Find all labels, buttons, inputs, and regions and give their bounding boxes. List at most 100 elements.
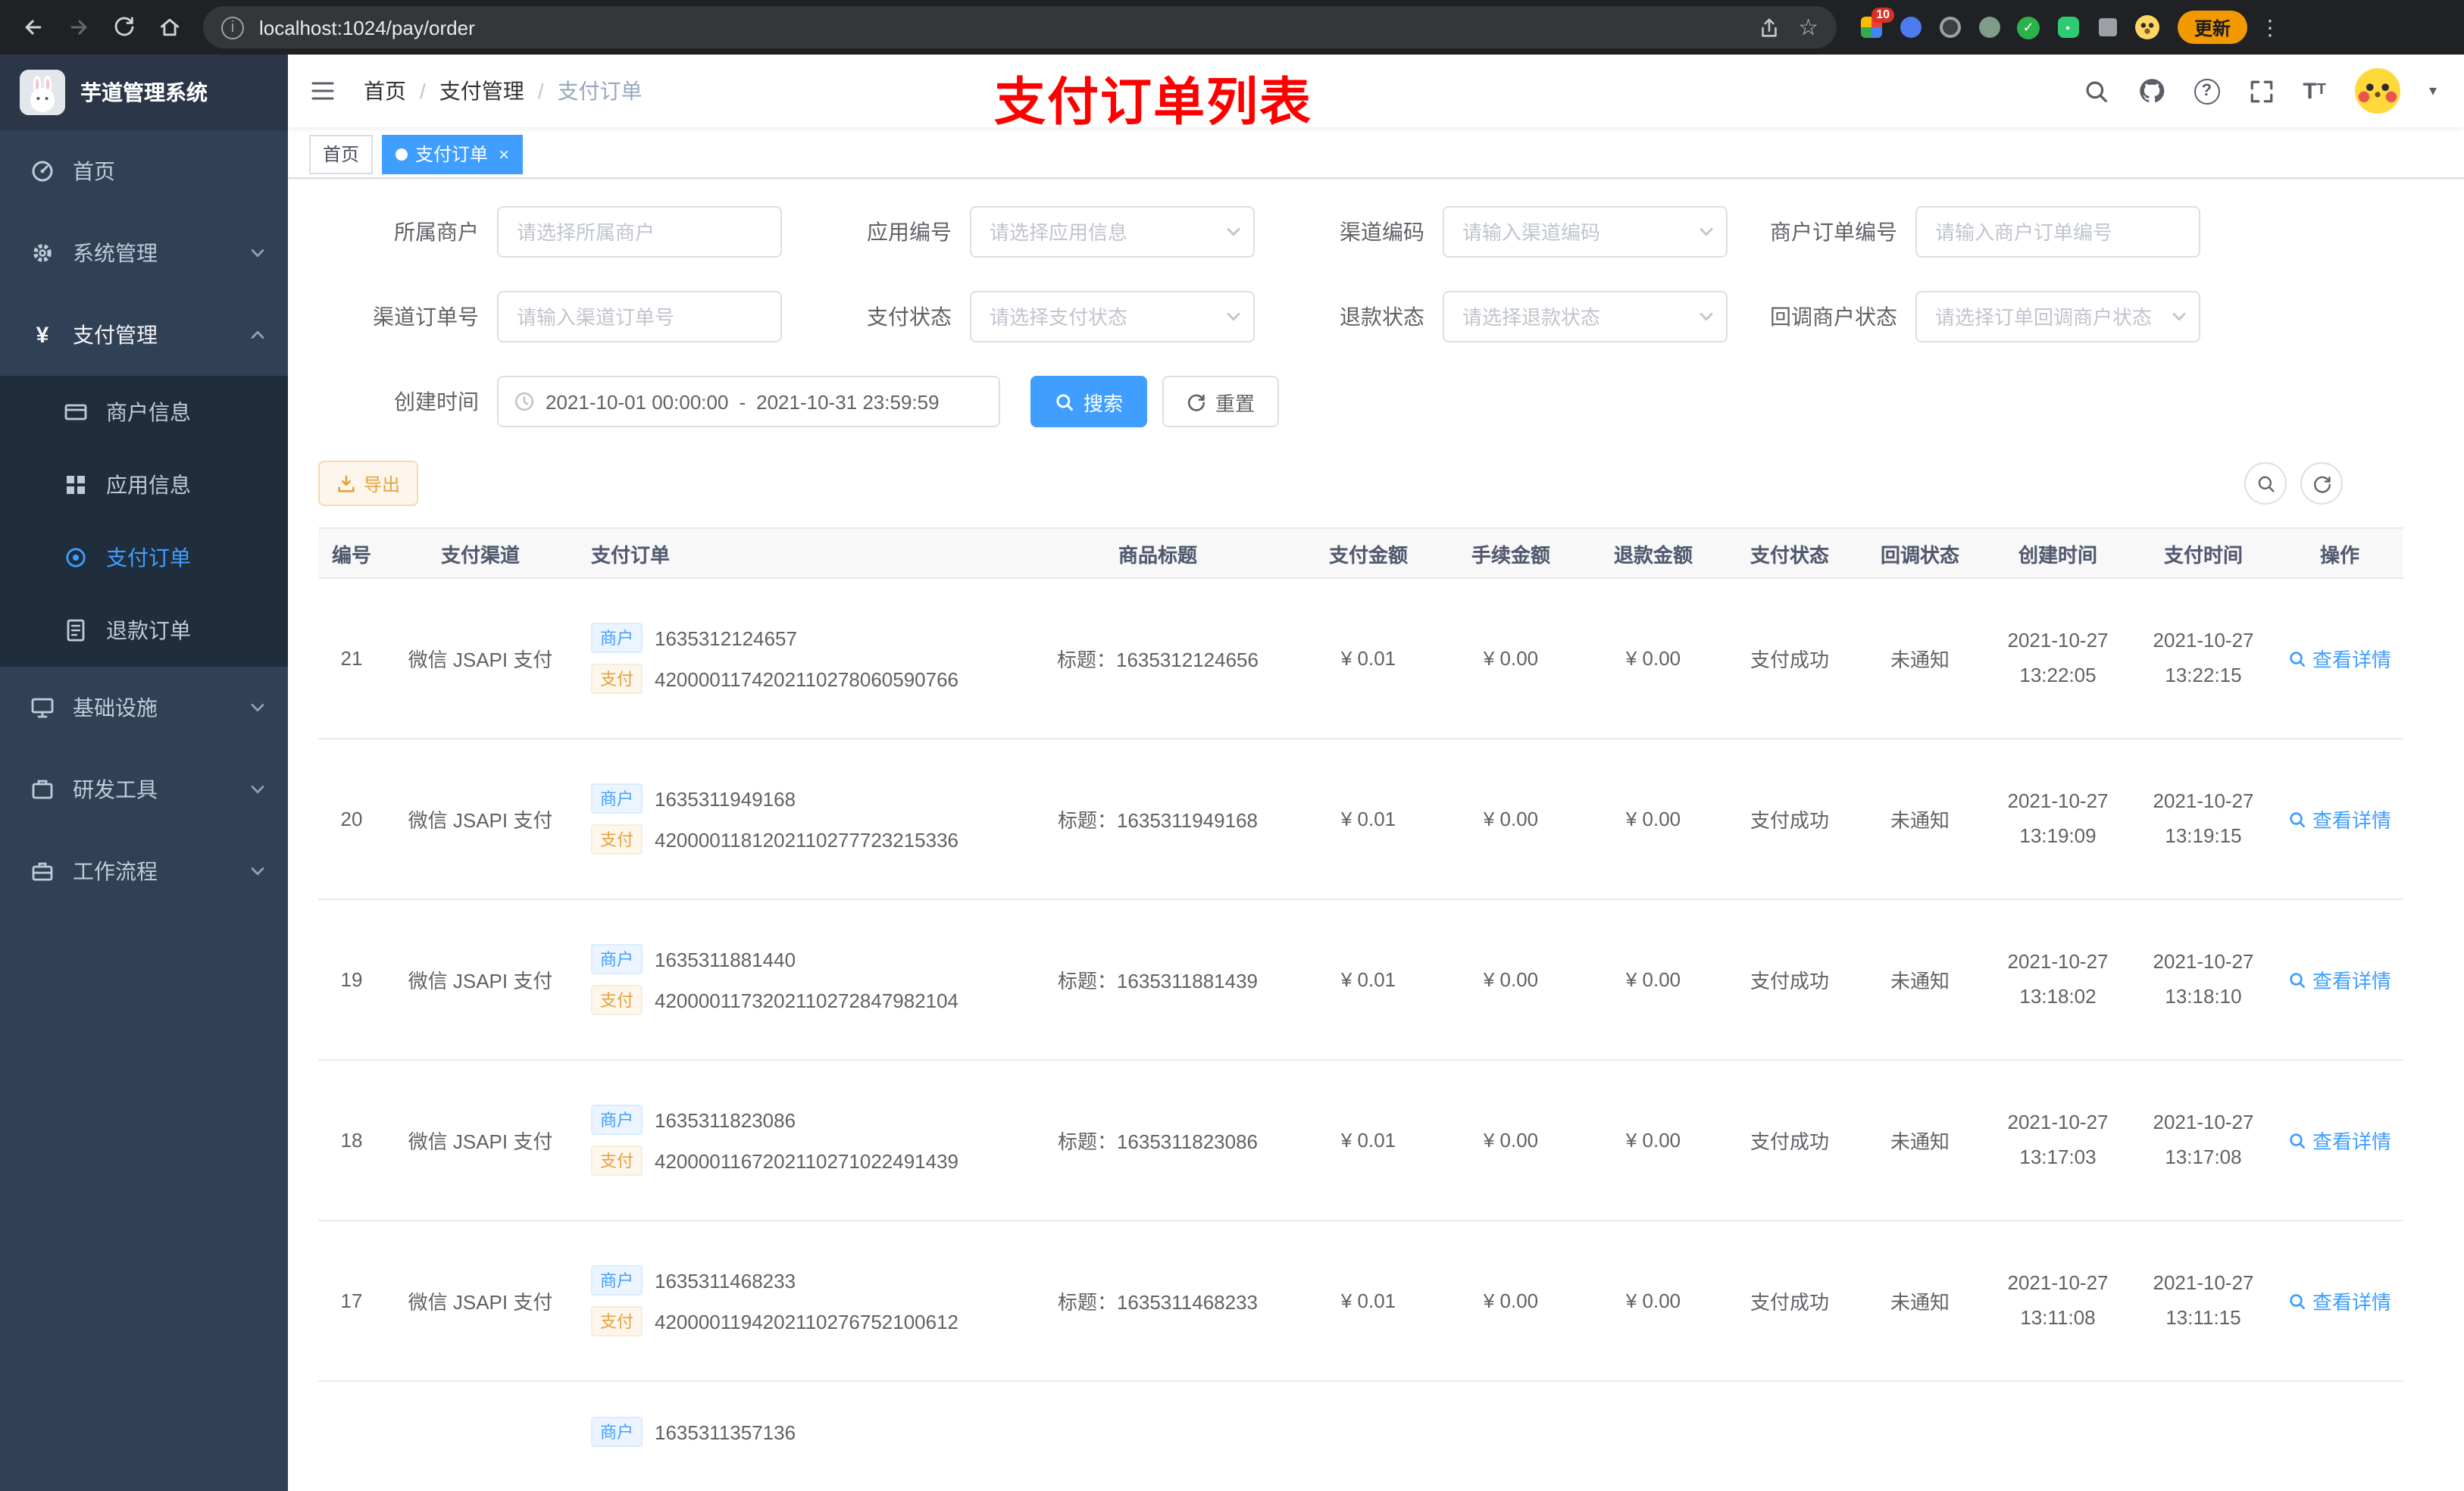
- pay-status: 支付成功: [1750, 1130, 1829, 1153]
- view-detail-label: 查看详情: [2312, 970, 2391, 992]
- tab-home[interactable]: 首页: [309, 134, 374, 173]
- extension-drop-icon[interactable]: [1897, 14, 1923, 40]
- address-bar[interactable]: i localhost:1024/pay/order ☆: [203, 6, 1837, 48]
- sidebar-item-infrastructure[interactable]: 基础设施: [0, 667, 288, 749]
- table-row-partial: 商户 1635311357136: [318, 1382, 2403, 1491]
- pay-tag: 支付: [591, 1146, 643, 1176]
- view-detail-link[interactable]: 查看详情: [2288, 1126, 2391, 1155]
- merchant-filter-input[interactable]: [497, 206, 782, 258]
- github-icon[interactable]: [2137, 77, 2165, 105]
- bookmark-star-icon[interactable]: ☆: [1798, 16, 1818, 39]
- product-title: 标题：1635312124656: [1057, 649, 1259, 671]
- sidebar-item-payment[interactable]: ¥ 支付管理: [0, 294, 288, 376]
- column-header-actions: 操作: [2276, 527, 2403, 579]
- update-label: 更新: [2194, 17, 2231, 39]
- extension-ball-icon[interactable]: [1976, 14, 2002, 40]
- channel-order-no-input[interactable]: [497, 291, 782, 342]
- pay-status: 支付成功: [1750, 970, 1829, 992]
- refund-status-select[interactable]: [1443, 291, 1728, 342]
- table-row: 21 微信 JSAPI 支付 商户 1635312124657 支付 42000…: [318, 579, 2403, 739]
- column-header-order: 支付订单: [576, 527, 1018, 579]
- sidebar-item-merchant-info[interactable]: 商户信息: [0, 376, 288, 449]
- merchant-order-no: 1635311949168: [655, 787, 796, 810]
- merchant-tag: 商户: [591, 1265, 643, 1296]
- pay-status-select[interactable]: [970, 291, 1255, 342]
- active-tab-dot: [396, 148, 408, 160]
- date-separator: -: [739, 390, 746, 413]
- browser-menu-icon[interactable]: ⋮: [2256, 14, 2284, 40]
- channel-code-select[interactable]: [1443, 206, 1728, 258]
- sidebar-item-home[interactable]: 首页: [0, 130, 288, 212]
- chevron-down-icon: [249, 862, 267, 880]
- filter-label-callback-status: 回调商户状态: [1770, 305, 1897, 329]
- user-menu-caret-icon[interactable]: ▾: [2429, 83, 2437, 99]
- sidebar-item-workflow[interactable]: 工作流程: [0, 830, 288, 912]
- pay-channel: 微信 JSAPI 支付: [408, 649, 553, 671]
- callback-status-select[interactable]: [1915, 291, 2200, 342]
- logo-avatar: [20, 70, 65, 115]
- create-time-range-picker[interactable]: 2021-10-01 00:00:00 - 2021-10-31 23:59:5…: [497, 376, 1000, 427]
- date-end-value: 2021-10-31 23:59:59: [756, 390, 940, 413]
- table-row: 17 微信 JSAPI 支付 商户 1635311468233 支付 42000…: [318, 1221, 2403, 1382]
- help-icon[interactable]: ?: [2194, 78, 2220, 104]
- tab-close-icon[interactable]: ×: [499, 145, 509, 163]
- merchant-order-no-input[interactable]: [1915, 206, 2200, 258]
- search-icon[interactable]: [2083, 78, 2109, 104]
- profile-avatar-icon[interactable]: [2134, 14, 2159, 40]
- filter-label-channel-code: 渠道编码: [1340, 220, 1424, 244]
- sidebar-item-refund-order[interactable]: 退款订单: [0, 594, 288, 667]
- view-detail-link[interactable]: 查看详情: [2288, 1286, 2391, 1315]
- pay-tag: 支付: [591, 664, 643, 694]
- pay-channel: 微信 JSAPI 支付: [408, 970, 553, 992]
- breadcrumb-home[interactable]: 首页: [364, 76, 406, 106]
- view-detail-link[interactable]: 查看详情: [2288, 805, 2391, 833]
- export-button-label: 导出: [364, 474, 401, 495]
- filter-label-merchant-order-no: 商户订单编号: [1770, 220, 1897, 244]
- browser-back-button[interactable]: [12, 6, 55, 48]
- toggle-search-button[interactable]: [2244, 462, 2287, 505]
- created-time: 2021-10-27 13:22:05: [2007, 629, 2109, 686]
- pay-amount: ¥ 0.01: [1340, 808, 1396, 830]
- extension-grid-icon[interactable]: 10: [1858, 7, 1894, 40]
- pay-status: 支付成功: [1750, 809, 1829, 832]
- sidebar-collapse-icon[interactable]: [309, 77, 336, 105]
- view-detail-link[interactable]: 查看详情: [2288, 644, 2391, 673]
- sidebar-item-pay-order[interactable]: 支付订单: [0, 521, 288, 594]
- app-id-select[interactable]: [970, 206, 1255, 258]
- notify-status: 未通知: [1890, 1291, 1950, 1314]
- order-id: 19: [340, 968, 363, 991]
- browser-home-button[interactable]: [149, 6, 191, 48]
- reset-button[interactable]: 重置: [1162, 376, 1280, 427]
- created-time: 2021-10-27 13:19:09: [2007, 789, 2109, 846]
- user-avatar[interactable]: [2354, 68, 2400, 114]
- extension-check-icon[interactable]: ✓: [2015, 14, 2041, 40]
- table-row: 19 微信 JSAPI 支付 商户 1635311881440 支付 42000…: [318, 900, 2403, 1061]
- browser-reload-button[interactable]: [103, 6, 145, 48]
- breadcrumb-pay-management[interactable]: 支付管理: [439, 76, 524, 106]
- filter-label-create-time: 创建时间: [394, 389, 479, 414]
- browser-forward-button[interactable]: [58, 6, 100, 48]
- extension-ring-icon[interactable]: [1937, 14, 1962, 40]
- refresh-table-button[interactable]: [2300, 462, 2343, 505]
- share-icon[interactable]: [1757, 16, 1780, 39]
- browser-update-button[interactable]: 更新: [2178, 11, 2248, 44]
- search-button[interactable]: 搜索: [1030, 376, 1148, 427]
- view-detail-link[interactable]: 查看详情: [2288, 965, 2391, 994]
- merchant-tag: 商户: [591, 783, 643, 814]
- paid-time: 2021-10-27 13:11:15: [2153, 1271, 2254, 1328]
- export-button[interactable]: 导出: [318, 461, 419, 506]
- extension-chat-icon[interactable]: ▪: [2055, 14, 2081, 40]
- filter-label-pay-status: 支付状态: [867, 305, 952, 329]
- extension-pin-icon[interactable]: [2094, 14, 2120, 40]
- channel-pay-no: 4200001173202110272847982104: [655, 989, 959, 1011]
- sidebar-item-app-info[interactable]: 应用信息: [0, 449, 288, 521]
- font-size-icon[interactable]: TT: [2303, 80, 2326, 102]
- site-info-icon[interactable]: i: [221, 16, 244, 39]
- sidebar-item-devtools[interactable]: 研发工具: [0, 749, 288, 830]
- filter-label-merchant: 所属商户: [394, 220, 479, 244]
- created-time: 2021-10-27 13:17:03: [2007, 1111, 2109, 1167]
- product-title: 标题：1635311881439: [1057, 970, 1259, 992]
- sidebar-item-system[interactable]: 系统管理: [0, 212, 288, 294]
- tab-pay-order[interactable]: 支付订单 ×: [382, 134, 524, 173]
- fullscreen-icon[interactable]: [2248, 78, 2274, 104]
